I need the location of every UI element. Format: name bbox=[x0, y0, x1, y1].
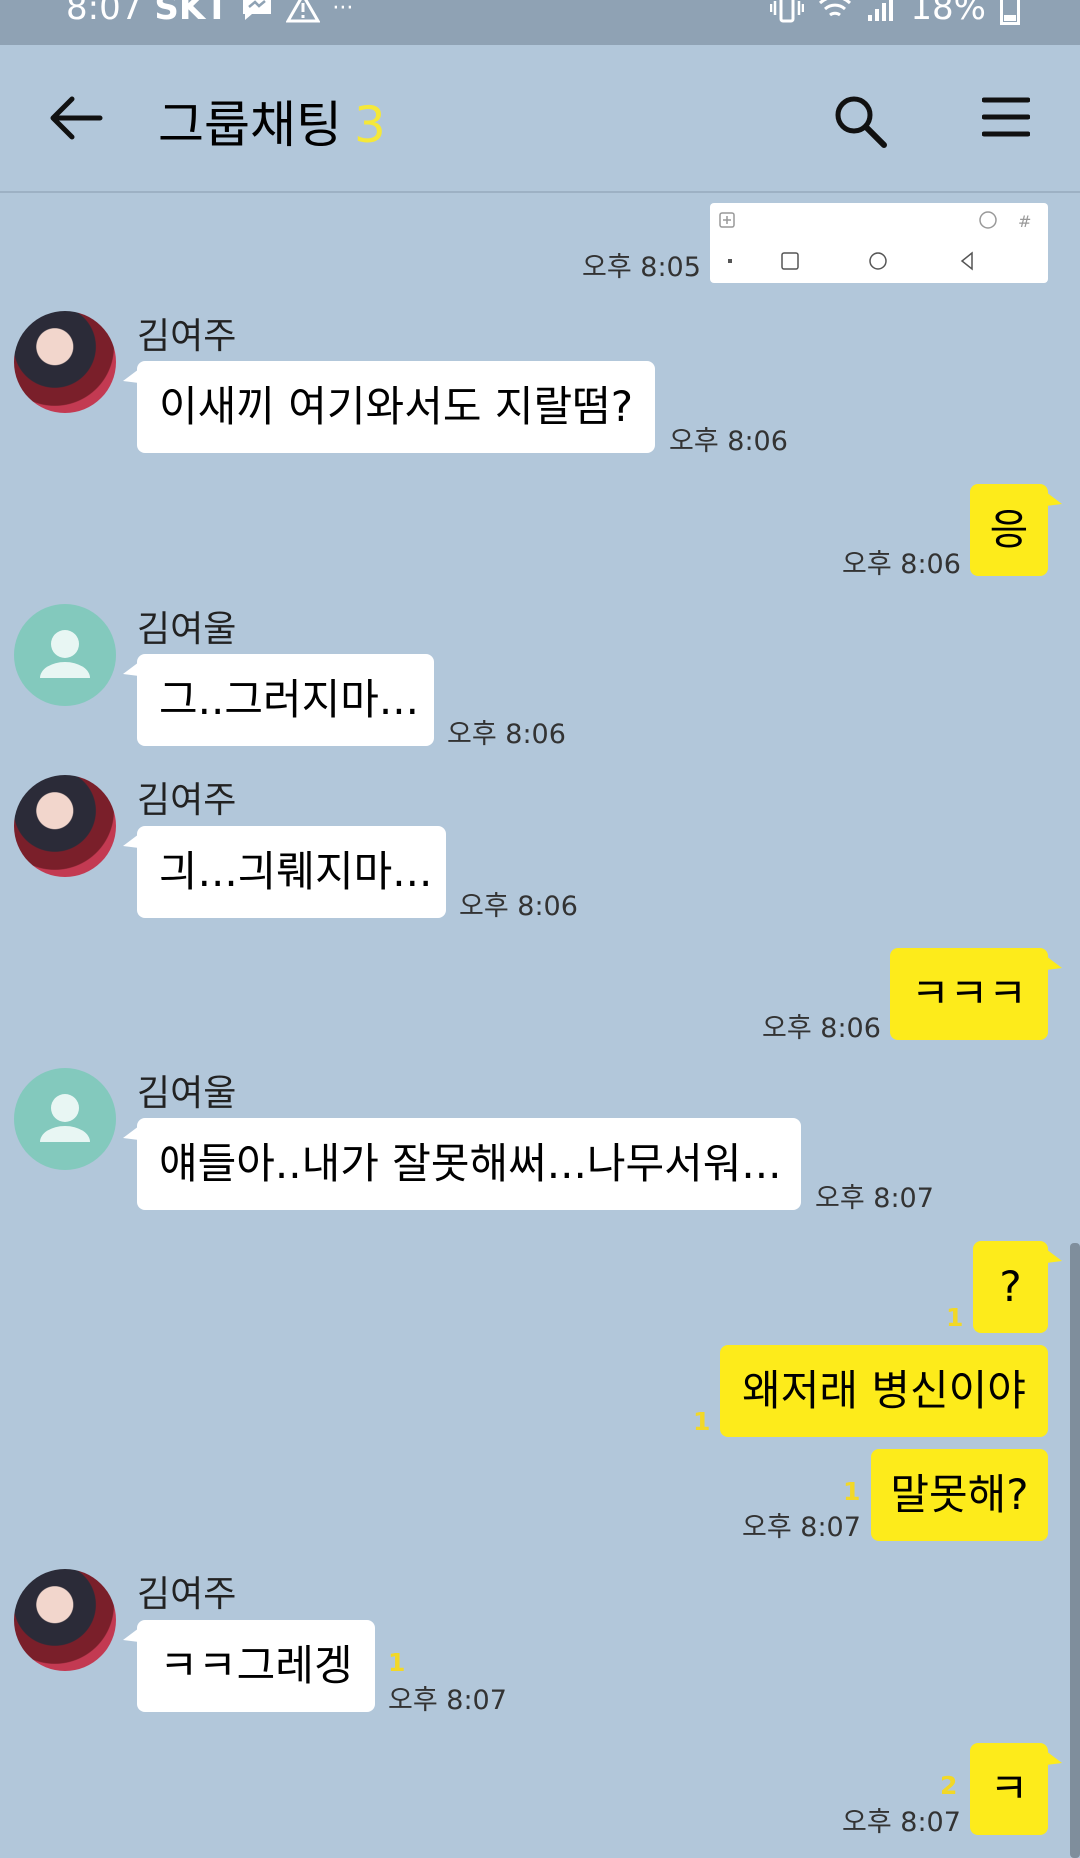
status-bar: 8:07 SKT ··· 18% bbox=[0, 0, 1080, 45]
message-time: 오후 8:05 bbox=[582, 252, 701, 283]
messenger-icon bbox=[243, 0, 272, 20]
unread-count: 2 bbox=[940, 1771, 958, 1800]
message-time: 오후 8:06 bbox=[447, 719, 566, 750]
default-person-icon bbox=[40, 630, 90, 678]
battery-level: 18% bbox=[910, 0, 986, 28]
avatar[interactable] bbox=[14, 311, 116, 413]
sender-name: 김여주 bbox=[137, 1574, 237, 1615]
message-bubble[interactable]: ㅋㅋ그레겡 bbox=[123, 1620, 375, 1712]
message-bubble[interactable]: 긔...긔뤠지마... bbox=[123, 826, 446, 918]
avatar[interactable] bbox=[14, 775, 116, 877]
unread-count: 1 bbox=[946, 1303, 964, 1332]
chat-title: 그룹채팅 3 bbox=[158, 85, 386, 157]
message-bubble[interactable]: 왜저래 병신이야 bbox=[720, 1345, 1048, 1437]
message-bubble[interactable]: ㅋㅋㅋ bbox=[890, 948, 1062, 1040]
wifi-icon bbox=[819, 0, 852, 17]
unread-count: 1 bbox=[693, 1407, 711, 1436]
member-count: 3 bbox=[354, 96, 386, 154]
carrier-label: SKT bbox=[154, 0, 229, 28]
svg-text:#: # bbox=[1018, 212, 1031, 231]
message-bubble[interactable]: 말못해? bbox=[871, 1449, 1048, 1541]
avatar[interactable] bbox=[14, 1569, 116, 1671]
chat-room-name: 그룹채팅 bbox=[158, 96, 342, 154]
message-bubble[interactable]: 이새끼 여기와서도 지랄떰? bbox=[123, 361, 655, 453]
scrollbar[interactable] bbox=[1070, 1243, 1080, 1858]
message-bubble[interactable]: 응 bbox=[970, 484, 1062, 576]
avatar[interactable] bbox=[14, 1068, 116, 1170]
message-time: 오후 8:06 bbox=[762, 1013, 881, 1044]
message-time: 오후 8:07 bbox=[842, 1807, 961, 1838]
signal-icon bbox=[868, 0, 894, 21]
unread-count: 1 bbox=[388, 1648, 406, 1677]
sender-name: 김여주 bbox=[137, 780, 237, 821]
message-time: 오후 8:07 bbox=[742, 1512, 861, 1543]
message-time: 오후 8:06 bbox=[842, 549, 961, 580]
image-attachment[interactable]: # bbox=[710, 203, 1048, 283]
screenshot-thumbnail-icon: # bbox=[719, 211, 1031, 271]
sender-name: 김여울 bbox=[137, 609, 237, 650]
message-time: 오후 8:07 bbox=[388, 1685, 507, 1716]
message-time: 오후 8:06 bbox=[669, 426, 788, 457]
avatar[interactable] bbox=[14, 604, 116, 706]
message-bubble[interactable]: ㅋ bbox=[970, 1743, 1062, 1835]
default-person-icon bbox=[40, 1094, 90, 1142]
back-arrow-icon[interactable] bbox=[48, 95, 104, 141]
sender-name: 김여울 bbox=[137, 1073, 237, 1114]
vibrate-icon bbox=[770, 0, 805, 23]
search-icon[interactable] bbox=[832, 93, 888, 149]
message-time: 오후 8:06 bbox=[459, 891, 578, 922]
message-bubble[interactable]: ? bbox=[973, 1241, 1062, 1333]
menu-icon[interactable] bbox=[982, 95, 1030, 139]
sender-name: 김여주 bbox=[137, 316, 237, 357]
status-time: 8:07 bbox=[66, 0, 143, 28]
more-icon: ··· bbox=[332, 0, 354, 21]
message-list[interactable]: # 오후 8:05 김여주 이새끼 여기와서도 지랄떰? 오후 8:06 응 오… bbox=[0, 193, 1080, 1858]
unread-count: 1 bbox=[843, 1477, 861, 1506]
warning-icon bbox=[286, 0, 321, 23]
message-time: 오후 8:07 bbox=[815, 1183, 934, 1214]
message-bubble[interactable]: 그..그러지마... bbox=[123, 654, 434, 746]
message-bubble[interactable]: 얘들아..내가 잘못해써...나무서워... bbox=[123, 1118, 801, 1210]
battery-icon bbox=[1000, 0, 1020, 25]
chat-header: 그룹채팅 3 bbox=[0, 45, 1080, 193]
